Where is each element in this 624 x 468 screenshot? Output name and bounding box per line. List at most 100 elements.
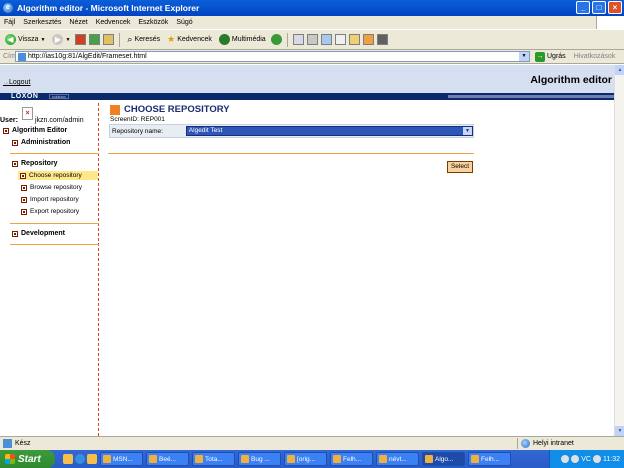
close-button[interactable]: × bbox=[608, 1, 622, 14]
main-divider bbox=[108, 153, 474, 154]
quick-launch-icon[interactable] bbox=[87, 454, 97, 464]
menu-favorites[interactable]: Kedvencek bbox=[96, 19, 131, 26]
back-arrow-icon: ◀ bbox=[5, 34, 16, 45]
loxon-logo-sub: solutions bbox=[49, 94, 69, 99]
chevron-down-icon[interactable]: ▼ bbox=[519, 52, 529, 61]
quick-launch-icon[interactable] bbox=[63, 454, 73, 464]
tree-node-icon bbox=[21, 184, 27, 191]
edit-icon[interactable] bbox=[320, 34, 332, 45]
taskbar-item[interactable]: Tota... bbox=[192, 452, 235, 466]
ie-icon[interactable] bbox=[75, 454, 85, 464]
media-button[interactable]: Multimédia bbox=[217, 32, 268, 48]
nav-root-algorithm-editor[interactable]: Algorithm Editor bbox=[3, 127, 67, 134]
window-title: Algorithm editor - Microsoft Internet Ex… bbox=[17, 3, 200, 13]
messenger-icon[interactable] bbox=[362, 34, 374, 45]
app-icon bbox=[379, 455, 387, 463]
volume-icon[interactable] bbox=[593, 455, 601, 463]
loxon-logo: LOXON bbox=[11, 93, 39, 100]
screen-id: ScreenID: REP001 bbox=[110, 116, 165, 123]
forward-button[interactable]: ▶ ▼ bbox=[50, 32, 72, 48]
chevron-down-icon: ▼ bbox=[65, 36, 71, 43]
left-nav: × User: jkzn.com/admin Algorithm Editor … bbox=[0, 103, 99, 436]
broken-image-icon: × bbox=[22, 107, 33, 120]
app-icon bbox=[149, 455, 157, 463]
page-icon bbox=[3, 439, 12, 448]
address-url: http://ias10g:81/AlgEdit/Frameset.html bbox=[28, 53, 147, 60]
mail-icon[interactable] bbox=[292, 34, 304, 45]
scroll-up-icon[interactable]: ▲ bbox=[615, 65, 624, 75]
stop-icon[interactable] bbox=[75, 34, 87, 45]
vertical-scrollbar[interactable]: ▲ ▼ bbox=[614, 65, 624, 436]
favorites-button[interactable]: ★ Kedvencek bbox=[165, 32, 214, 48]
taskbar-item[interactable]: névt... bbox=[376, 452, 419, 466]
taskbar-item[interactable]: Bug ... bbox=[238, 452, 281, 466]
search-button[interactable]: ⌕ Keresés bbox=[125, 32, 162, 48]
app-icon bbox=[287, 455, 295, 463]
discuss-icon[interactable] bbox=[334, 34, 346, 45]
user-label: User: bbox=[0, 117, 18, 124]
repository-name-label: Repository name: bbox=[112, 127, 163, 135]
research-icon[interactable] bbox=[376, 34, 388, 45]
history-icon[interactable] bbox=[270, 34, 282, 45]
nav-item-browse-repository[interactable]: Browse repository bbox=[21, 184, 82, 191]
start-button[interactable]: Start bbox=[0, 450, 55, 468]
menu-help[interactable]: Súgó bbox=[176, 19, 192, 26]
print-icon[interactable] bbox=[306, 34, 318, 45]
menu-edit[interactable]: Szerkesztés bbox=[23, 19, 61, 26]
windows-logo-icon bbox=[596, 16, 624, 29]
brand-bar-stripe bbox=[448, 95, 618, 98]
home-icon[interactable] bbox=[103, 34, 115, 45]
taskbar-item[interactable]: [orig... bbox=[284, 452, 327, 466]
nav-divider bbox=[10, 153, 99, 154]
repository-name-select[interactable]: Algedit Test ▼ bbox=[185, 126, 473, 136]
scroll-down-icon[interactable]: ▼ bbox=[615, 426, 624, 436]
page-icon bbox=[18, 52, 26, 61]
taskbar-item[interactable]: MSN... bbox=[100, 452, 143, 466]
title-square-icon bbox=[110, 104, 120, 115]
repository-form-row: Repository name: Algedit Test ▼ bbox=[109, 124, 474, 138]
app-header: Logout Algorithm editor bbox=[0, 65, 614, 93]
window-titlebar: e Algorithm editor - Microsoft Internet … bbox=[0, 0, 624, 16]
menu-tools[interactable]: Eszközök bbox=[138, 19, 168, 26]
address-input[interactable]: http://ias10g:81/AlgEdit/Frameset.html ▼ bbox=[15, 51, 530, 62]
clock: 11:32 bbox=[603, 455, 620, 463]
maximize-button[interactable]: □ bbox=[592, 1, 606, 14]
nav-item-export-repository[interactable]: Export repository bbox=[21, 208, 79, 215]
go-button[interactable]: → Ugrás bbox=[535, 51, 566, 62]
menu-view[interactable]: Nézet bbox=[69, 19, 87, 26]
windows-flag-icon bbox=[5, 454, 15, 464]
back-button[interactable]: ◀ Vissza ▼ bbox=[3, 32, 47, 48]
page-content: Logout Algorithm editor LOXON solutions … bbox=[0, 65, 624, 436]
toolbar-separator bbox=[119, 32, 121, 47]
refresh-icon[interactable] bbox=[89, 34, 101, 45]
toolbar-separator bbox=[286, 32, 288, 47]
minimize-button[interactable]: _ bbox=[576, 1, 590, 14]
menu-file[interactable]: Fájl bbox=[4, 19, 15, 26]
taskbar-item[interactable]: Beé... bbox=[146, 452, 189, 466]
nav-item-repository[interactable]: Repository bbox=[12, 160, 58, 167]
taskbar-item-active[interactable]: Algo... bbox=[422, 452, 465, 466]
nav-item-administration[interactable]: Administration bbox=[12, 139, 70, 146]
nav-item-development[interactable]: Development bbox=[12, 230, 65, 237]
app-icon bbox=[425, 455, 433, 463]
nav-item-import-repository[interactable]: Import repository bbox=[21, 196, 79, 203]
toolbar: ◀ Vissza ▼ ▶ ▼ ⌕ Keresés ★ Kedvencek Mul… bbox=[0, 29, 624, 50]
app-icon bbox=[471, 455, 479, 463]
nav-item-choose-repository[interactable]: Choose repository bbox=[18, 171, 98, 180]
app-icon bbox=[103, 455, 111, 463]
folder-icon[interactable] bbox=[348, 34, 360, 45]
taskbar-item[interactable]: Felh... bbox=[330, 452, 373, 466]
tray-icon[interactable] bbox=[571, 455, 580, 463]
logout-link[interactable]: Logout bbox=[3, 79, 30, 86]
taskbar-item[interactable]: Felh... bbox=[468, 452, 511, 466]
address-label: Cím bbox=[3, 53, 16, 60]
menu-bar: Fájl Szerkesztés Nézet Kedvencek Eszközö… bbox=[0, 16, 624, 29]
links-button[interactable]: Hivatkozások bbox=[574, 53, 616, 60]
system-tray: VC 11:32 bbox=[549, 450, 624, 468]
ie-icon: e bbox=[3, 3, 13, 13]
tree-node-icon bbox=[20, 172, 26, 179]
tray-icon[interactable] bbox=[561, 455, 570, 463]
language-indicator[interactable]: VC bbox=[581, 456, 591, 463]
chevron-down-icon[interactable]: ▼ bbox=[463, 127, 472, 135]
select-button[interactable]: Select bbox=[447, 161, 473, 173]
